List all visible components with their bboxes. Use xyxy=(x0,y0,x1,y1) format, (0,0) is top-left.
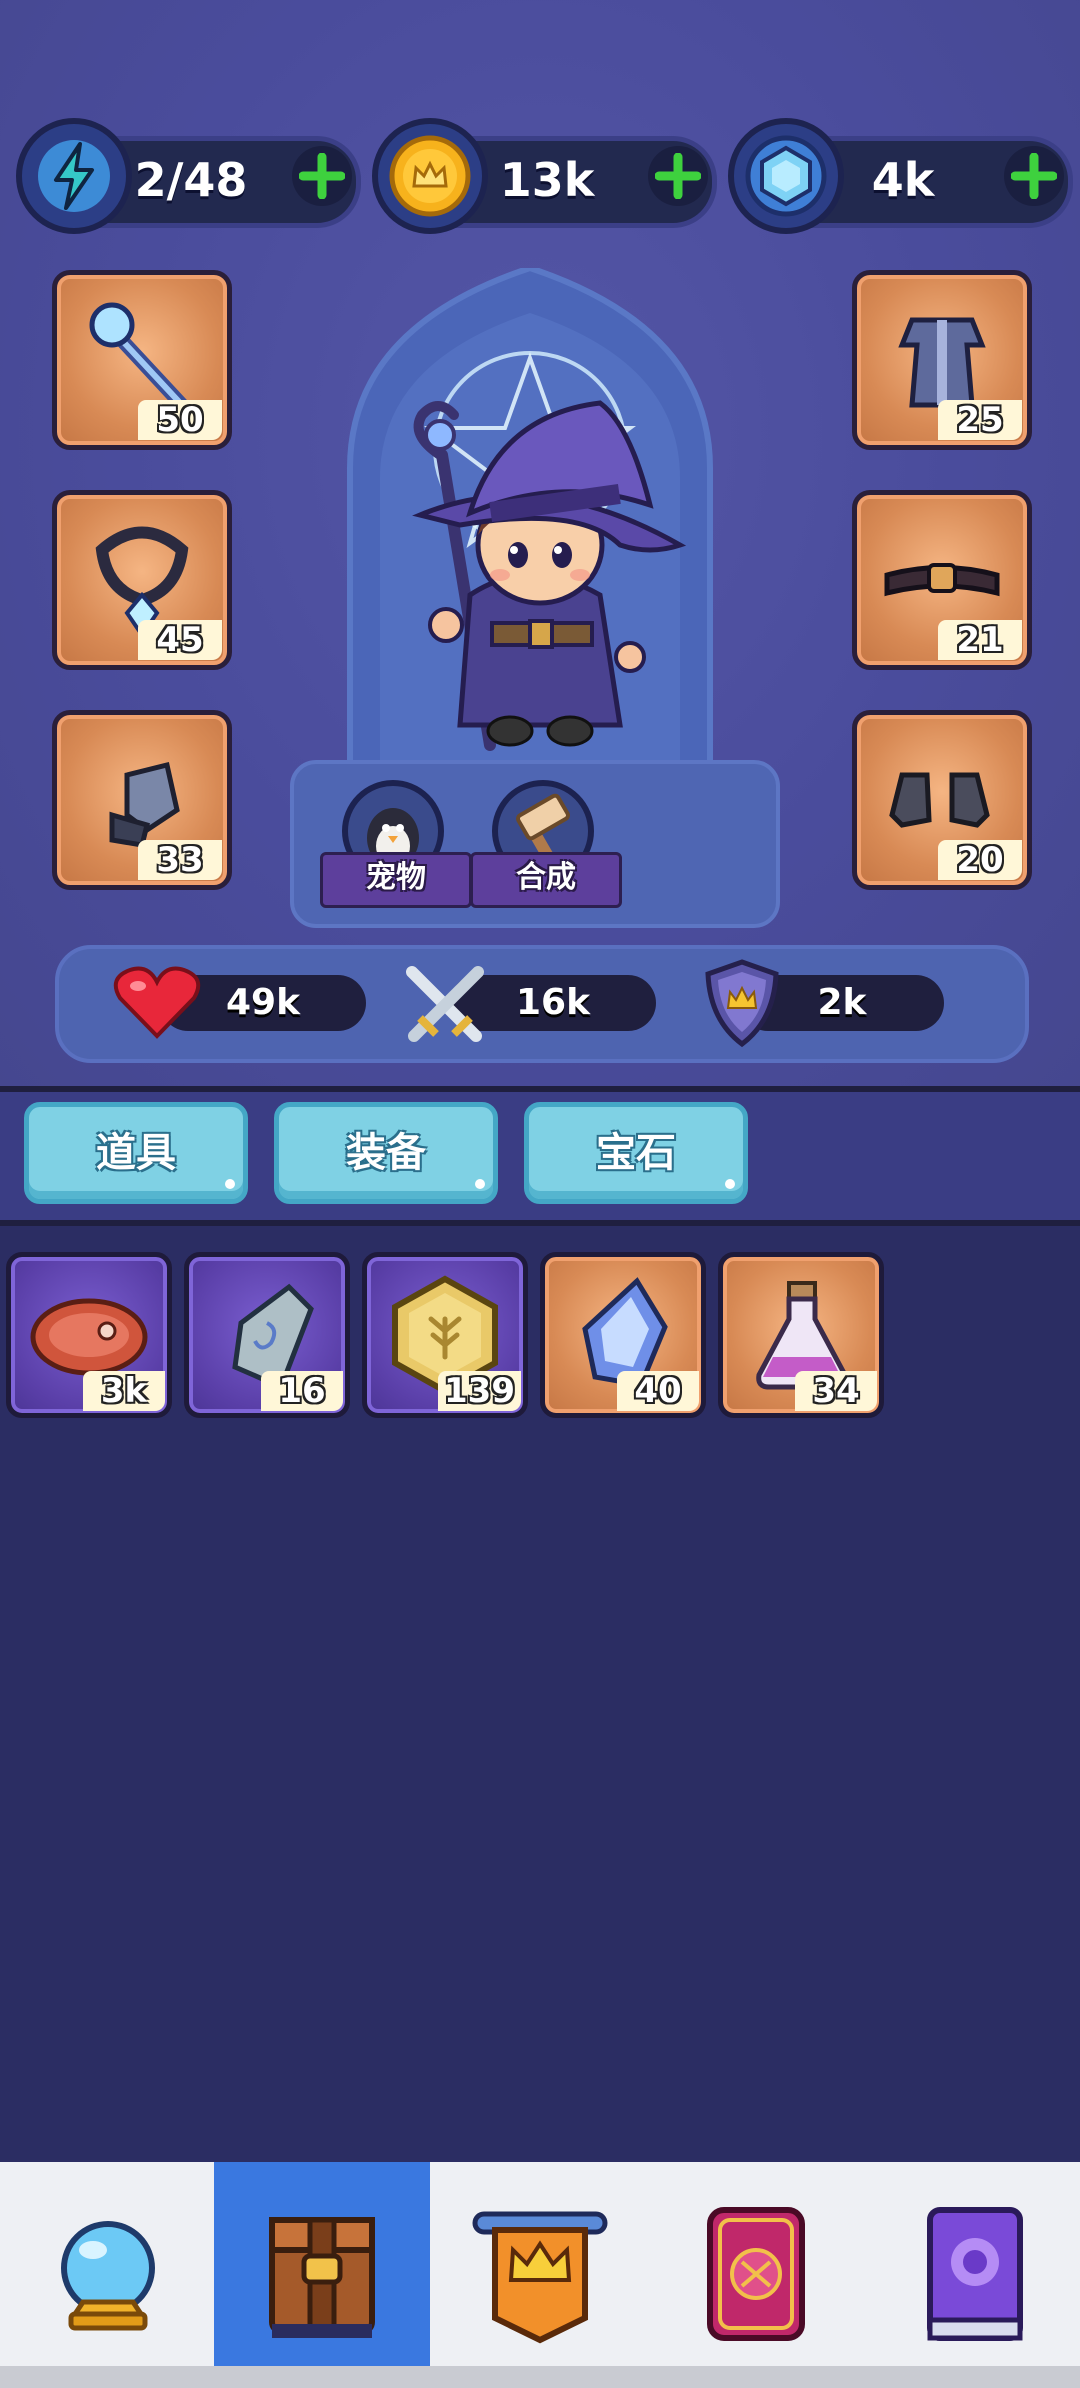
nav-inventory[interactable] xyxy=(214,2162,430,2388)
heart-icon xyxy=(113,966,201,1039)
crossed-swords-icon xyxy=(406,966,484,1042)
equip-count: 20 xyxy=(938,840,1022,880)
nav-cards[interactable] xyxy=(648,2162,864,2388)
crystal-ball-icon xyxy=(61,2221,155,2331)
equip-count: 25 xyxy=(938,400,1022,440)
pet-label: 宠物 xyxy=(320,852,472,908)
add-gem-button[interactable] xyxy=(1004,146,1064,206)
shield-icon xyxy=(705,959,779,1048)
gold-value: 13k xyxy=(499,153,595,207)
divider-bottom xyxy=(0,1220,1080,1226)
nav-crystal-ball[interactable] xyxy=(0,2162,216,2388)
equip-slot-boots[interactable]: 20 xyxy=(852,710,1032,890)
spellbook-icon xyxy=(927,2207,1023,2341)
equip-slot-robe[interactable]: 25 xyxy=(852,270,1032,450)
nav-bottom-strip xyxy=(0,2366,1080,2388)
tab-items[interactable]: 道具 xyxy=(24,1102,248,1204)
bottom-nav xyxy=(0,2162,1080,2388)
inventory-item-crystal[interactable]: 40 xyxy=(540,1252,706,1418)
inventory-item-potion[interactable]: 34 xyxy=(718,1252,884,1418)
craft-label: 合成 xyxy=(470,852,622,908)
item-count: 16 xyxy=(261,1371,343,1411)
card-icon xyxy=(707,2207,805,2341)
inventory-item-hex-token[interactable]: 139 xyxy=(362,1252,528,1418)
item-count: 3k xyxy=(83,1371,165,1411)
equip-count: 45 xyxy=(138,620,222,660)
pet-button[interactable]: 宠物 xyxy=(320,776,472,908)
item-count: 139 xyxy=(438,1371,521,1411)
equip-count: 33 xyxy=(138,840,222,880)
inventory-item-meat[interactable]: 3k xyxy=(6,1252,172,1418)
equip-count: 50 xyxy=(138,400,222,440)
item-count: 34 xyxy=(795,1371,877,1411)
wizard-character xyxy=(412,400,687,751)
item-count: 40 xyxy=(617,1371,699,1411)
equip-count: 21 xyxy=(938,620,1022,660)
backpack-icon xyxy=(269,2217,375,2338)
nav-ranking[interactable] xyxy=(432,2162,648,2388)
craft-button[interactable]: 合成 xyxy=(470,776,622,908)
tab-gems[interactable]: 宝石 xyxy=(524,1102,748,1204)
nav-book[interactable] xyxy=(866,2162,1080,2388)
energy-counter[interactable]: 2/48 xyxy=(16,118,361,242)
equip-slot-gloves[interactable]: 33 xyxy=(52,710,232,890)
equip-slot-belt[interactable]: 21 xyxy=(852,490,1032,670)
add-gold-button[interactable] xyxy=(648,146,708,206)
gold-counter[interactable]: 13k xyxy=(372,118,717,242)
equip-slot-necklace[interactable]: 45 xyxy=(52,490,232,670)
crown-banner-icon xyxy=(472,2211,608,2344)
add-energy-button[interactable] xyxy=(292,146,352,206)
energy-value: 2/48 xyxy=(134,153,248,207)
equip-slot-staff[interactable]: 50 xyxy=(52,270,232,450)
inventory-item-stone[interactable]: 16 xyxy=(184,1252,350,1418)
gem-value: 4k xyxy=(871,153,935,207)
tab-equipment[interactable]: 装备 xyxy=(274,1102,498,1204)
gem-counter[interactable]: 4k xyxy=(728,118,1073,242)
